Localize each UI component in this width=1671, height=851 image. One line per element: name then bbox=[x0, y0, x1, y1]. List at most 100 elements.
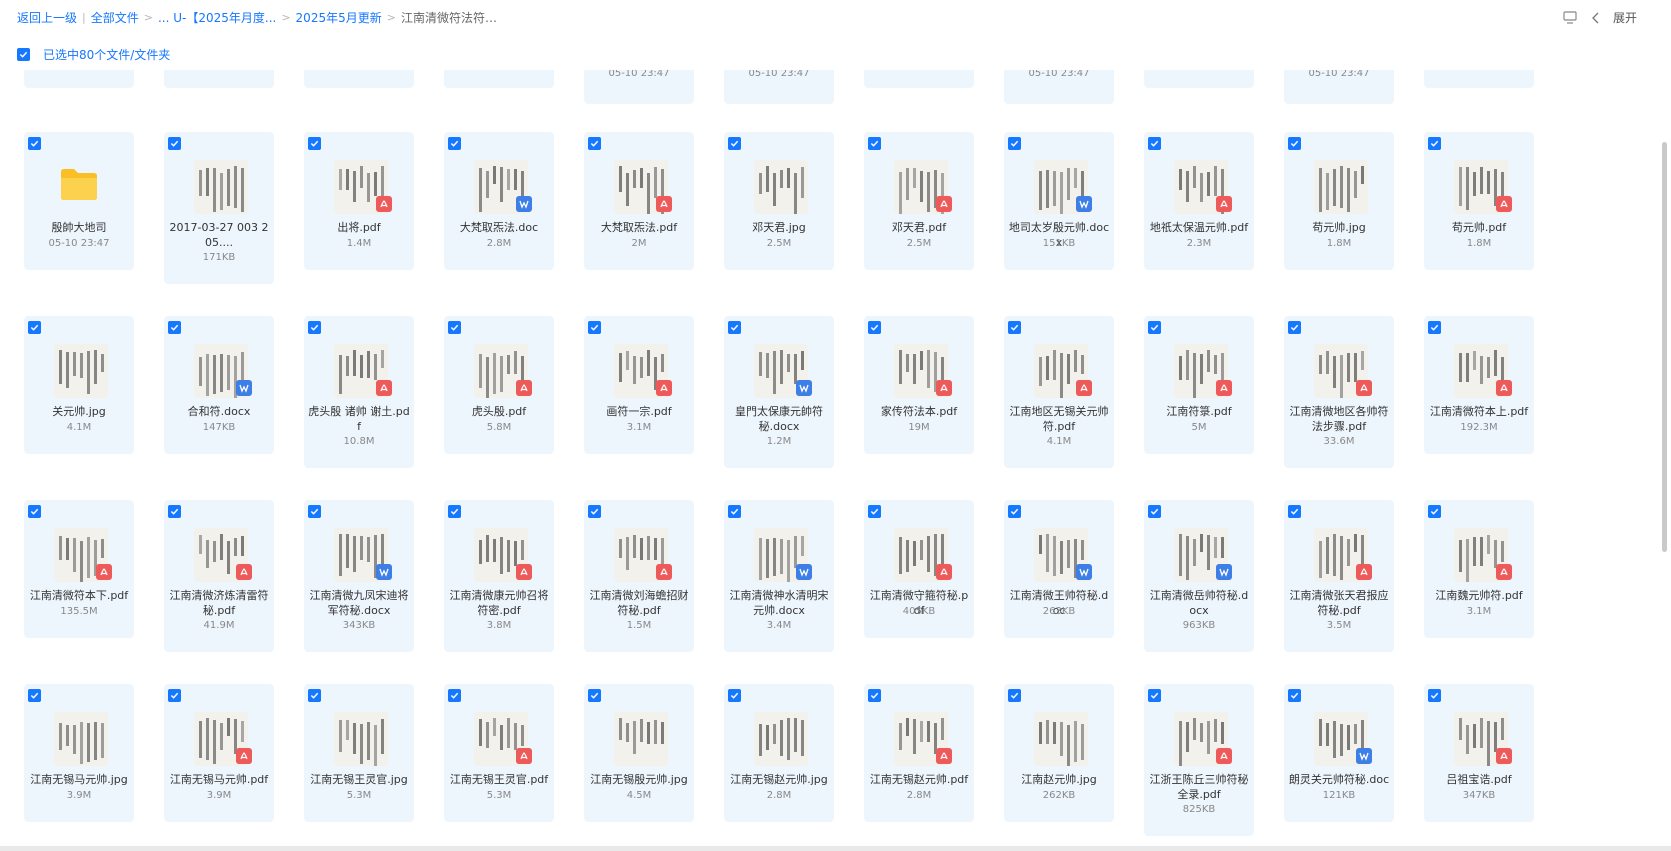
file-tile[interactable]: 出将.pdf 1.4M bbox=[304, 132, 414, 270]
file-tile[interactable]: 江南清微守箍符秘.pdf 405KB bbox=[864, 500, 974, 638]
file-tile[interactable]: 苟元帅.pdf 1.8M bbox=[1424, 132, 1534, 270]
file-checkbox[interactable] bbox=[1148, 137, 1161, 150]
file-checkbox[interactable] bbox=[1148, 321, 1161, 334]
file-checkbox[interactable] bbox=[1428, 321, 1441, 334]
file-tile[interactable]: 皇門太保康元帥符秘.docx 1.2M bbox=[724, 316, 834, 468]
file-tile[interactable]: 江南清微康元帅召将符密.pdf 3.8M bbox=[444, 500, 554, 652]
file-checkbox[interactable] bbox=[588, 321, 601, 334]
file-checkbox[interactable] bbox=[28, 137, 41, 150]
select-all-checkbox[interactable] bbox=[17, 48, 30, 61]
file-checkbox[interactable] bbox=[868, 137, 881, 150]
back-link[interactable]: 返回上一级 bbox=[17, 9, 77, 26]
file-tile[interactable]: 江南清微符本上.pdf 192.3M bbox=[1424, 316, 1534, 454]
file-tile[interactable]: 江南无锡王灵官.pdf 5.3M bbox=[444, 684, 554, 822]
file-tile-partial[interactable]: 05-10 23:47 bbox=[1284, 70, 1394, 104]
file-checkbox[interactable] bbox=[868, 321, 881, 334]
file-checkbox[interactable] bbox=[1008, 505, 1021, 518]
file-tile[interactable]: 合和符.docx 147KB bbox=[164, 316, 274, 454]
breadcrumb-level2[interactable]: ... U-【2025年月度... bbox=[158, 9, 276, 26]
file-checkbox[interactable] bbox=[1428, 505, 1441, 518]
file-checkbox[interactable] bbox=[28, 321, 41, 334]
file-tile[interactable]: 大梵取炁法.pdf 2M bbox=[584, 132, 694, 270]
expand-button[interactable]: 展开 bbox=[1613, 9, 1637, 26]
file-tile[interactable]: 大梵取炁法.doc 2.8M bbox=[444, 132, 554, 270]
file-checkbox[interactable] bbox=[1428, 689, 1441, 702]
file-checkbox[interactable] bbox=[168, 505, 181, 518]
file-tile[interactable]: 画符一宗.pdf 3.1M bbox=[584, 316, 694, 454]
file-checkbox[interactable] bbox=[588, 505, 601, 518]
file-tile[interactable]: 江南清微神水清明宋元帅.docx 3.4M bbox=[724, 500, 834, 652]
file-tile[interactable]: 关元帅.jpg 4.1M bbox=[24, 316, 134, 454]
file-checkbox[interactable] bbox=[1288, 321, 1301, 334]
file-checkbox[interactable] bbox=[168, 137, 181, 150]
file-tile-partial[interactable] bbox=[864, 70, 974, 88]
file-checkbox[interactable] bbox=[448, 505, 461, 518]
file-checkbox[interactable] bbox=[1008, 321, 1021, 334]
file-checkbox[interactable] bbox=[1288, 689, 1301, 702]
file-checkbox[interactable] bbox=[1148, 505, 1161, 518]
file-checkbox[interactable] bbox=[588, 137, 601, 150]
file-tile[interactable]: 江南清微张天君报应符秘.pdf 3.5M bbox=[1284, 500, 1394, 652]
file-checkbox[interactable] bbox=[868, 505, 881, 518]
file-tile[interactable]: 邓天君.jpg 2.5M bbox=[724, 132, 834, 270]
file-tile[interactable]: 江南无锡赵元帅.jpg 2.8M bbox=[724, 684, 834, 822]
file-tile[interactable]: 江南符箓.pdf 5M bbox=[1144, 316, 1254, 454]
file-checkbox[interactable] bbox=[168, 321, 181, 334]
file-checkbox[interactable] bbox=[448, 137, 461, 150]
file-tile-partial[interactable] bbox=[1424, 70, 1534, 88]
file-tile[interactable]: 江南地区无锡关元帅符.pdf 4.1M bbox=[1004, 316, 1114, 468]
file-tile[interactable]: 吕祖宝诰.pdf 347KB bbox=[1424, 684, 1534, 822]
file-tile-partial[interactable] bbox=[444, 70, 554, 88]
file-tile[interactable]: 江南无锡王灵官.jpg 5.3M bbox=[304, 684, 414, 822]
file-tile[interactable]: 江南魏元帅符.pdf 3.1M bbox=[1424, 500, 1534, 638]
file-checkbox[interactable] bbox=[448, 689, 461, 702]
scrollbar-thumb[interactable] bbox=[1662, 142, 1667, 552]
file-checkbox[interactable] bbox=[28, 689, 41, 702]
file-checkbox[interactable] bbox=[1288, 137, 1301, 150]
file-checkbox[interactable] bbox=[728, 137, 741, 150]
file-checkbox[interactable] bbox=[1148, 689, 1161, 702]
file-checkbox[interactable] bbox=[728, 689, 741, 702]
file-tile[interactable]: 江南赵元帅.jpg 262KB bbox=[1004, 684, 1114, 822]
file-tile[interactable]: 江南清微符本下.pdf 135.5M bbox=[24, 500, 134, 638]
file-tile[interactable]: 江浙王陈丘三帅符秘全录.pdf 825KB bbox=[1144, 684, 1254, 836]
file-tile[interactable]: 苟元帅.jpg 1.8M bbox=[1284, 132, 1394, 270]
file-tile[interactable]: 江南清微地区各帅符法步骤.pdf 33.6M bbox=[1284, 316, 1394, 468]
file-checkbox[interactable] bbox=[308, 321, 321, 334]
file-checkbox[interactable] bbox=[868, 689, 881, 702]
file-tile[interactable]: 朗灵关元帅符秘.doc 121KB bbox=[1284, 684, 1394, 822]
file-tile-partial[interactable] bbox=[164, 70, 274, 88]
file-tile[interactable]: 江南清微刘海蟾招财符秘.pdf 1.5M bbox=[584, 500, 694, 652]
file-tile[interactable]: 江南清微岳帅符秘.docx 963KB bbox=[1144, 500, 1254, 652]
file-checkbox[interactable] bbox=[28, 505, 41, 518]
file-checkbox[interactable] bbox=[1428, 137, 1441, 150]
chevron-left-icon[interactable] bbox=[1587, 10, 1605, 26]
file-checkbox[interactable] bbox=[1008, 689, 1021, 702]
file-tile-partial[interactable]: 05-10 23:47 bbox=[724, 70, 834, 104]
file-tile[interactable]: 家传符法本.pdf 19M bbox=[864, 316, 974, 454]
file-tile[interactable]: 江南清微济炼清雷符秘.pdf 41.9M bbox=[164, 500, 274, 652]
file-tile[interactable]: 地祇太保温元帅.pdf 2.3M bbox=[1144, 132, 1254, 270]
file-tile[interactable]: 江南无锡殷元帅.jpg 4.5M bbox=[584, 684, 694, 822]
file-checkbox[interactable] bbox=[308, 137, 321, 150]
file-tile[interactable]: 虎头殷.pdf 5.8M bbox=[444, 316, 554, 454]
file-tile[interactable]: 江南无锡赵元帅.pdf 2.8M bbox=[864, 684, 974, 822]
file-tile[interactable]: 2017-03-27 003 205.... 171KB bbox=[164, 132, 274, 284]
breadcrumb-level3[interactable]: 2025年5月更新 bbox=[296, 9, 382, 26]
file-tile[interactable]: 邓天君.pdf 2.5M bbox=[864, 132, 974, 270]
file-checkbox[interactable] bbox=[448, 321, 461, 334]
file-tile-partial[interactable] bbox=[304, 70, 414, 88]
file-tile[interactable]: 江南无锡马元帅.pdf 3.9M bbox=[164, 684, 274, 822]
file-tile[interactable]: 江南无锡马元帅.jpg 3.9M bbox=[24, 684, 134, 822]
file-checkbox[interactable] bbox=[728, 321, 741, 334]
file-tile[interactable]: 虎头殷 诸帅 谢土.pdf 10.8M bbox=[304, 316, 414, 468]
file-checkbox[interactable] bbox=[308, 689, 321, 702]
file-checkbox[interactable] bbox=[588, 689, 601, 702]
breadcrumb-root[interactable]: 全部文件 bbox=[91, 9, 139, 26]
file-tile[interactable]: 殷帥大地司 05-10 23:47 bbox=[24, 132, 134, 270]
file-tile-partial[interactable] bbox=[24, 70, 134, 88]
file-checkbox[interactable] bbox=[168, 689, 181, 702]
file-checkbox[interactable] bbox=[1008, 137, 1021, 150]
view-mode-icon[interactable] bbox=[1561, 10, 1579, 26]
file-tile[interactable]: 江南清微王帅符秘.doc 263KB bbox=[1004, 500, 1114, 638]
